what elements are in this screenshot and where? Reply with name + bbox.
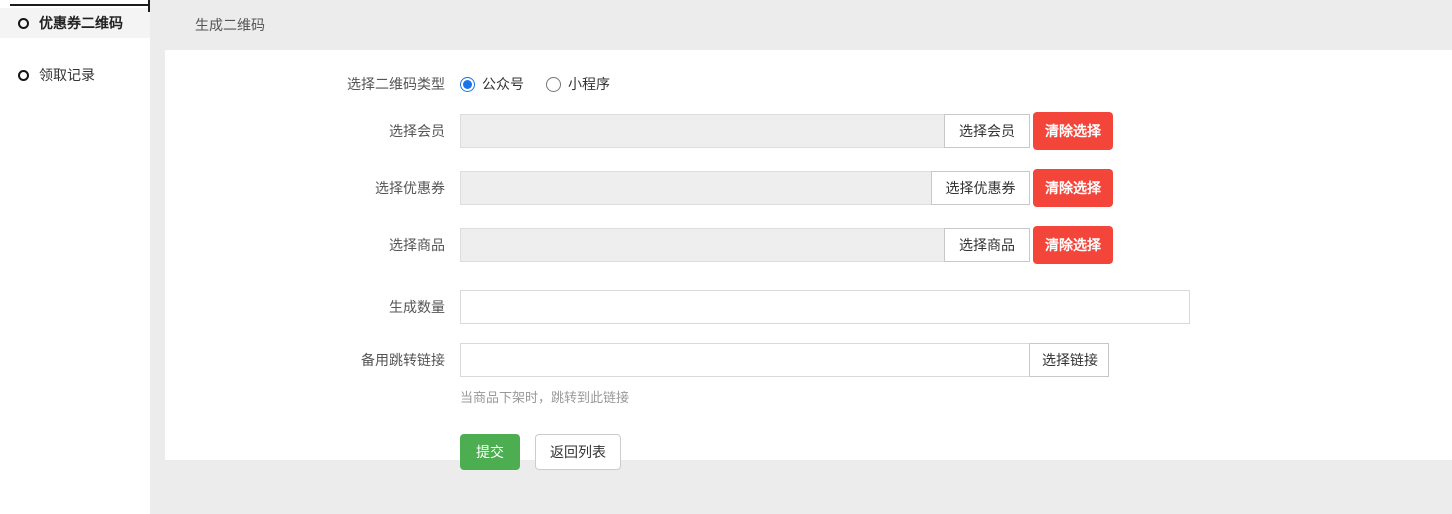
official-account-radio[interactable] xyxy=(460,77,475,92)
sidebar-item-label: 优惠券二维码 xyxy=(39,13,123,33)
circle-icon xyxy=(18,18,29,29)
qr-type-radio-group: 公众号 小程序 xyxy=(460,74,632,94)
radio-label: 公众号 xyxy=(482,74,524,94)
row-quantity: 生成数量 xyxy=(165,290,1452,324)
product-input[interactable] xyxy=(460,228,945,262)
coupon-input[interactable] xyxy=(460,171,932,205)
radio-option-official-account[interactable]: 公众号 xyxy=(460,74,524,94)
clear-member-button[interactable]: 清除选择 xyxy=(1033,112,1113,150)
page-title: 生成二维码 xyxy=(150,0,1452,50)
submit-button[interactable]: 提交 xyxy=(460,434,520,470)
form-actions: 提交 返回列表 xyxy=(460,434,1452,470)
product-label: 选择商品 xyxy=(165,235,460,255)
quantity-input[interactable] xyxy=(460,290,1190,324)
qr-type-label: 选择二维码类型 xyxy=(165,74,460,94)
row-select-product: 选择商品 选择商品 清除选择 xyxy=(165,226,1452,264)
fallback-link-label: 备用跳转链接 xyxy=(165,350,460,370)
select-member-button[interactable]: 选择会员 xyxy=(944,114,1030,148)
row-fallback-link: 备用跳转链接 选择链接 xyxy=(165,343,1452,377)
form-panel: 选择二维码类型 公众号 小程序 选择会员 选择会员 清除选择 选择优惠券 xyxy=(165,50,1452,460)
clear-product-button[interactable]: 清除选择 xyxy=(1033,226,1113,264)
sidebar-item-label: 领取记录 xyxy=(39,65,95,85)
circle-icon xyxy=(18,70,29,81)
select-coupon-button[interactable]: 选择优惠券 xyxy=(931,171,1030,205)
radio-label: 小程序 xyxy=(568,74,610,94)
coupon-label: 选择优惠券 xyxy=(165,178,460,198)
back-to-list-button[interactable]: 返回列表 xyxy=(535,434,621,470)
quantity-label: 生成数量 xyxy=(165,297,460,317)
clear-coupon-button[interactable]: 清除选择 xyxy=(1033,169,1113,207)
row-select-coupon: 选择优惠券 选择优惠券 清除选择 xyxy=(165,169,1452,207)
sidebar: 优惠券二维码 领取记录 xyxy=(0,0,150,514)
member-label: 选择会员 xyxy=(165,121,460,141)
row-qr-type: 选择二维码类型 公众号 小程序 xyxy=(165,74,1452,94)
fallback-link-hint: 当商品下架时，跳转到此链接 xyxy=(460,387,1452,406)
select-product-button[interactable]: 选择商品 xyxy=(944,228,1030,262)
member-input[interactable] xyxy=(460,114,945,148)
fallback-link-input[interactable] xyxy=(460,343,1030,377)
select-link-button[interactable]: 选择链接 xyxy=(1029,343,1109,377)
radio-option-mini-program[interactable]: 小程序 xyxy=(546,74,610,94)
sidebar-item-coupon-qrcode[interactable]: 优惠券二维码 xyxy=(0,8,150,38)
row-select-member: 选择会员 选择会员 清除选择 xyxy=(165,112,1452,150)
sidebar-top-divider xyxy=(10,4,150,6)
main-area: 生成二维码 选择二维码类型 公众号 小程序 选择会员 选择会员 清除选择 xyxy=(150,0,1452,514)
sidebar-item-claim-records[interactable]: 领取记录 xyxy=(0,60,150,90)
mini-program-radio[interactable] xyxy=(546,77,561,92)
